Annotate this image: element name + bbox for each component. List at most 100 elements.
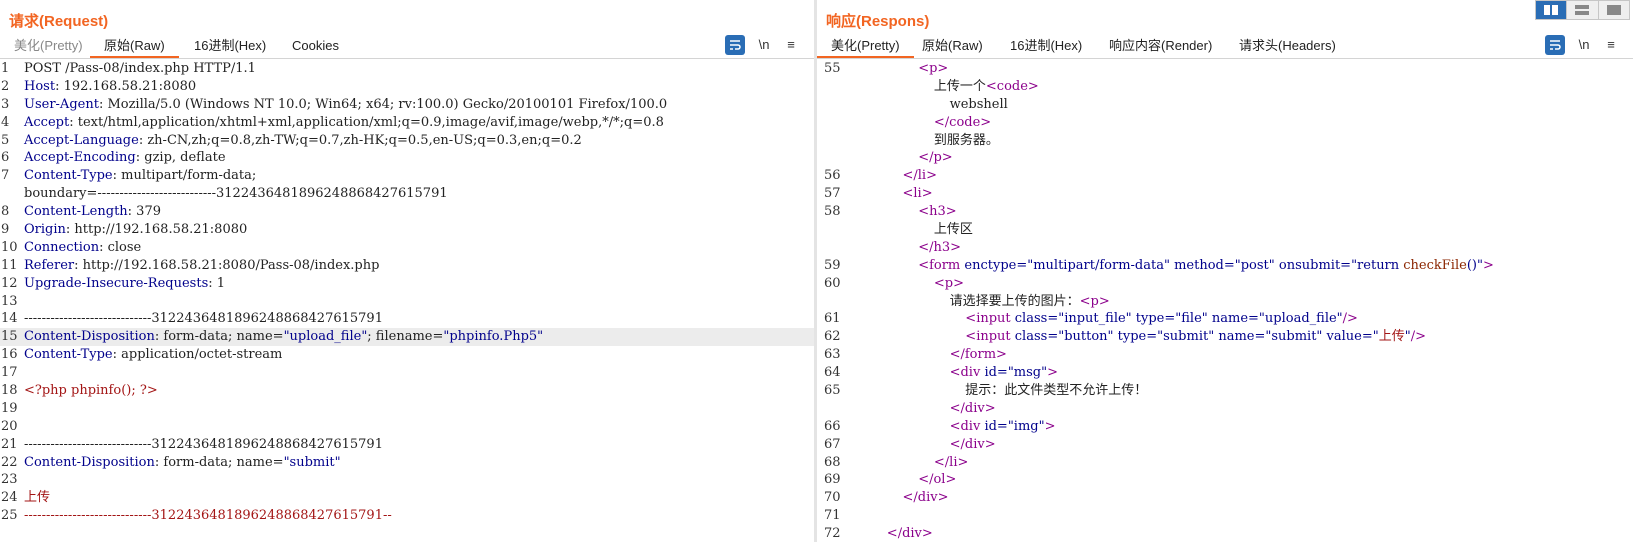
code-token: <input xyxy=(965,311,1015,327)
wrap-lines-icon[interactable] xyxy=(725,35,745,55)
line-text: Origin: http://192.168.58.21:8080 xyxy=(24,221,247,239)
line-number: 5 xyxy=(1,132,10,148)
code-line: 71 xyxy=(817,507,1633,525)
layout-side-by-side-icon[interactable] xyxy=(1536,1,1568,19)
code-line: 66 <div id="img"> xyxy=(817,418,1633,436)
menu-icon[interactable]: ≡ xyxy=(1601,35,1621,55)
code-token: webshell xyxy=(949,96,1008,112)
code-token: "button" xyxy=(1058,329,1114,345)
line-text: Content-Type: multipart/form-data; xyxy=(24,167,256,185)
menu-icon[interactable]: ≡ xyxy=(781,35,801,55)
line-text: </div> xyxy=(887,525,933,542)
line-text: Content-Disposition: form-data; name="up… xyxy=(24,328,543,346)
line-text: Accept-Encoding: gzip, deflate xyxy=(24,149,226,167)
code-line: 11 Referer: http://192.168.58.21:8080/Pas… xyxy=(0,257,814,275)
line-number: 24 xyxy=(1,490,18,506)
line-number: 14 xyxy=(1,311,18,327)
line-number: 3 xyxy=(1,96,10,112)
code-line: 10 Connection: close xyxy=(0,239,814,257)
code-token: Accept xyxy=(24,114,70,130)
code-token: ; filename= xyxy=(367,329,444,345)
request-title: 请求(Request) xyxy=(9,13,109,30)
code-token: </li> xyxy=(933,454,969,470)
newline-toggle-button[interactable]: \n xyxy=(754,35,774,55)
code-token: "phpinfo.Php5" xyxy=(443,329,544,345)
code-token: class= xyxy=(1014,329,1059,345)
code-line: 上传区 xyxy=(817,221,1633,239)
code-token: : http://192.168.58.21:8080 xyxy=(65,222,248,238)
line-text: 请选择要上传的图片：<p> xyxy=(950,293,1110,311)
code-token: : zh-CN,zh;q=0.8,zh-TW;q=0.7,zh-HK;q=0.5… xyxy=(138,132,582,148)
tab-request-cookies[interactable]: Cookies xyxy=(278,35,353,57)
code-token: Content-Length xyxy=(24,204,128,220)
line-number: 19 xyxy=(1,400,18,416)
code-token: name= xyxy=(1207,311,1259,327)
line-text: webshell xyxy=(950,96,1008,114)
code-token: POST /Pass-08/index.php HTTP/1.1 xyxy=(24,61,256,76)
tab-request-pretty[interactable]: 美化(Pretty) xyxy=(0,35,97,57)
code-token: "img" xyxy=(1007,418,1045,434)
code-line: 65 提示：此文件类型不允许上传！ xyxy=(817,382,1633,400)
line-text: </form> xyxy=(950,346,1007,364)
code-token: : 379 xyxy=(127,204,161,220)
code-token: <div xyxy=(949,365,985,381)
code-token: <?php phpinfo(); ?> xyxy=(24,383,158,399)
code-token: : close xyxy=(99,239,142,255)
code-line: 24 上传 xyxy=(0,489,814,507)
line-number: 67 xyxy=(824,436,841,452)
line-text: </li> xyxy=(934,454,968,472)
tab-response-pretty[interactable]: 美化(Pretty) xyxy=(817,35,914,58)
tab-response-render[interactable]: 响应内容(Render) xyxy=(1095,35,1226,57)
code-token: type= xyxy=(1131,311,1176,327)
layout-tabs-icon[interactable] xyxy=(1598,1,1629,19)
code-line: boundary=---------------------------3122… xyxy=(0,185,814,203)
line-number: 16 xyxy=(1,347,18,363)
tab-response-raw[interactable]: 原始(Raw) xyxy=(908,35,997,57)
code-line: 58 <h3> xyxy=(817,203,1633,221)
code-line: </p> xyxy=(817,149,1633,167)
tab-request-hex[interactable]: 16进制(Hex) xyxy=(180,35,280,57)
line-number: 22 xyxy=(1,454,18,470)
code-token: "file" xyxy=(1175,311,1208,327)
code-token: "upload_file" xyxy=(283,329,368,345)
code-line: 56 </li> xyxy=(817,167,1633,185)
request-editor[interactable]: 1 POST /Pass-08/index.php HTTP/1.1 2 Host: … xyxy=(0,60,814,542)
line-number: 15 xyxy=(1,329,18,345)
tab-request-raw[interactable]: 原始(Raw) xyxy=(90,35,179,58)
code-line: </h3> xyxy=(817,239,1633,257)
line-text: </div> xyxy=(950,436,996,454)
line-number: 4 xyxy=(1,114,10,130)
code-token: > xyxy=(1047,365,1059,381)
code-token: : gzip, deflate xyxy=(135,150,226,166)
tab-response-headers[interactable]: 请求头(Headers) xyxy=(1225,35,1350,57)
code-line: 25 -----------------------------312243648… xyxy=(0,507,814,525)
code-token: : form-data; name= xyxy=(154,329,284,345)
line-number: 71 xyxy=(824,508,841,524)
code-line: </code> xyxy=(817,114,1633,132)
line-text: Upgrade-Insecure-Requests: 1 xyxy=(24,275,225,293)
response-editor[interactable]: 55 <p> 上传一个<code> webshell </code> 到服务器。 </p> 5… xyxy=(817,60,1633,542)
tab-response-hex[interactable]: 16进制(Hex) xyxy=(996,35,1096,57)
layout-stacked-icon[interactable] xyxy=(1567,1,1599,19)
code-token: Referer xyxy=(24,257,75,273)
line-text: Connection: close xyxy=(24,239,141,257)
line-number: 60 xyxy=(824,275,841,291)
code-token: id= xyxy=(984,365,1008,381)
code-token: </div> xyxy=(902,490,949,506)
wrap-lines-icon[interactable] xyxy=(1545,35,1565,55)
line-text: Accept: text/html,application/xhtml+xml,… xyxy=(24,114,664,132)
newline-toggle-button[interactable]: \n xyxy=(1574,35,1594,55)
response-pane: 响应(Respons) 美化(Pretty) 原始(Raw) 16进制(Hex)… xyxy=(817,0,1633,542)
code-token: <input xyxy=(965,329,1015,345)
line-text: 到服务器。 xyxy=(934,132,999,150)
code-line: 61 <input class="input_file" type="file" … xyxy=(817,310,1633,328)
code-token: </ol> xyxy=(918,472,957,488)
code-token: "return xyxy=(1351,257,1404,273)
code-line: 1 POST /Pass-08/index.php HTTP/1.1 xyxy=(0,60,814,78)
code-line: 55 <p> xyxy=(817,60,1633,78)
code-token: "submit" xyxy=(283,454,341,470)
response-tabs: 美化(Pretty) 原始(Raw) 16进制(Hex) 响应内容(Render… xyxy=(817,33,1633,59)
line-text: </h3> xyxy=(918,239,961,257)
code-line: 19 xyxy=(0,400,814,418)
code-line: 64 <div id="msg"> xyxy=(817,364,1633,382)
